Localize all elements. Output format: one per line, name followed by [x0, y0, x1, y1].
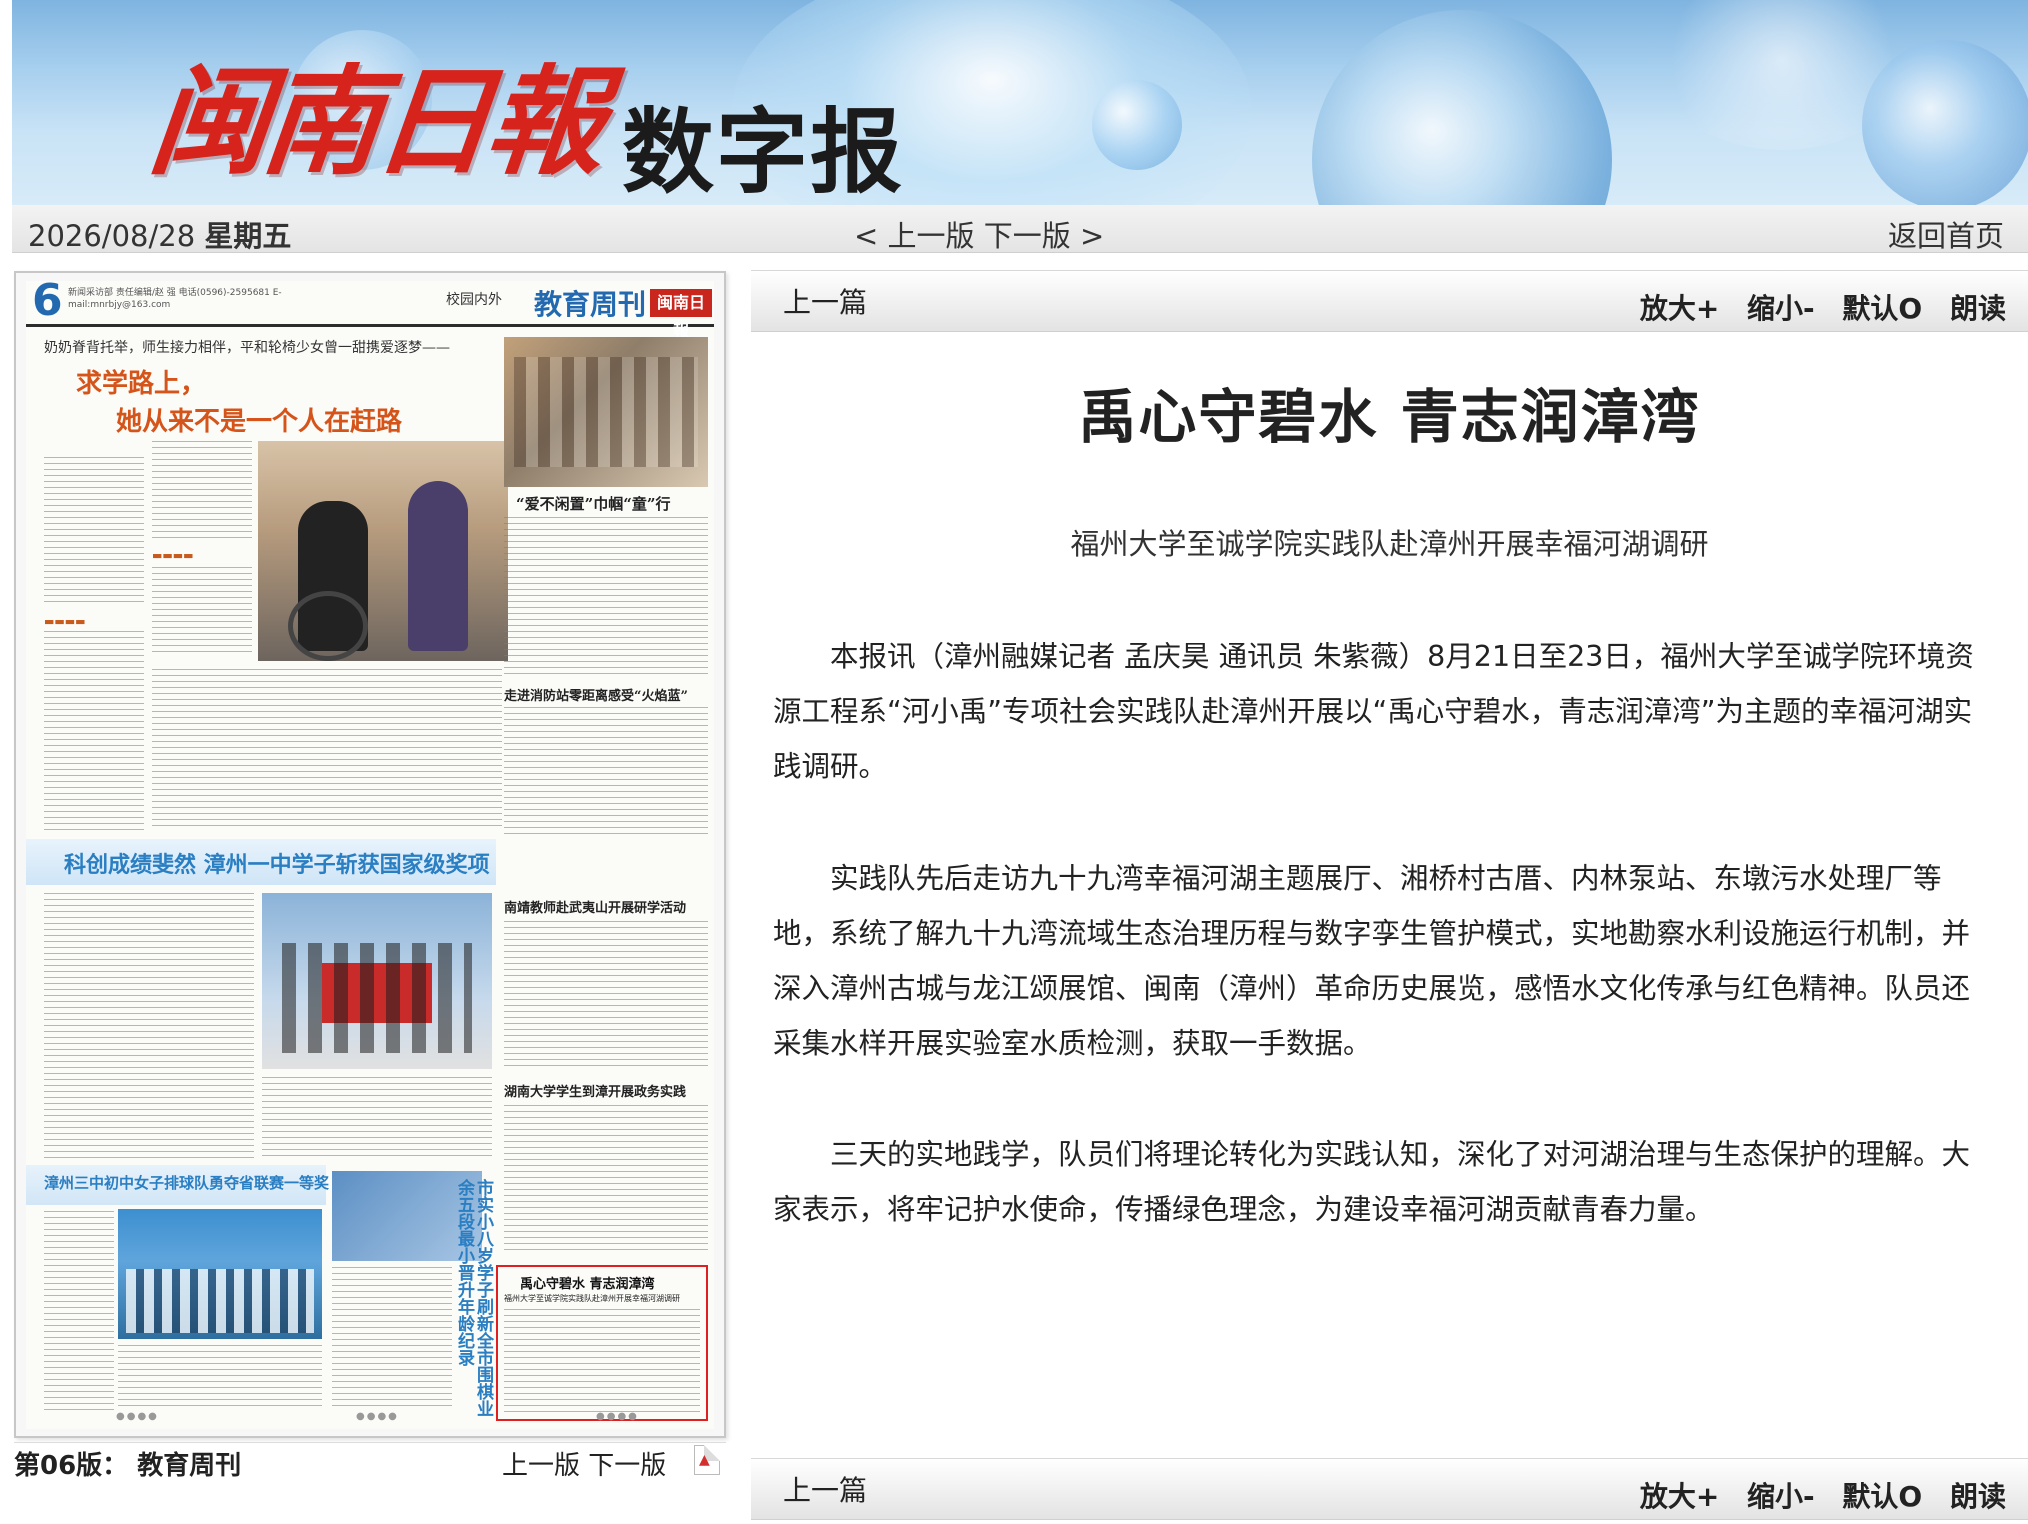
story-headline[interactable]: “爱不闲置”巾帼“童”行 — [516, 493, 671, 514]
story-photo — [118, 1209, 322, 1339]
story-body-text — [504, 707, 708, 837]
story-body-text — [152, 441, 252, 541]
highlight-subtitle: 福州大学至诚学院实践队赴漳州开展幸福河湖调研 — [504, 1294, 680, 1303]
page-header: 6 新闻采访部 责任编辑/赵 强 电话(0596)-2595681 E-mail… — [26, 281, 714, 340]
story-body-text — [504, 1105, 708, 1255]
date-navigation-bar: 2026/08/28 星期五 < 上一版 下一版 > 返回首页 — [12, 205, 2028, 253]
story-body-text — [152, 669, 502, 829]
text-tools: 放大+ 缩小- 默认O 朗读 — [1622, 1475, 2006, 1515]
zoom-in-button[interactable]: 放大+ — [1640, 292, 1719, 325]
article-title: 禹心守碧水 青志润漳湾 — [1078, 383, 1701, 451]
edition-navigation: 上一版 下一版 — [502, 1445, 666, 1482]
issue-weekday: 星期五 — [204, 219, 292, 253]
digital-edition-label: 数字报 — [622, 99, 905, 205]
photo-person — [408, 481, 468, 651]
page-footer-dots: ●●●● — [356, 1411, 399, 1422]
story-body-text — [504, 921, 708, 1071]
article-paragraph: 本报讯（漳州融媒记者 孟庆昊 通讯员 朱紫薇）8月21日至23日，福州大学至诚学… — [773, 640, 1974, 783]
next-page-link[interactable]: 下一版 > — [984, 219, 1105, 253]
newspaper-logo: 闽南日報 — [143, 52, 607, 191]
article-toolbar-bottom: 上一篇 放大+ 缩小- 默认O 朗读 — [751, 1458, 2028, 1520]
story-body-text — [44, 1211, 114, 1411]
page-number: 6 — [32, 281, 63, 326]
default-size-button[interactable]: 默认O — [1842, 1480, 1922, 1513]
story-subhead: ▬▬▬▬ — [152, 549, 194, 562]
edition-footer: 第06版： 教育周刊 上一版 下一版 — [14, 1442, 726, 1481]
default-size-button[interactable]: 默认O — [1842, 292, 1922, 325]
edition-prev-link[interactable]: 上一版 — [502, 1451, 580, 1481]
page-navigation: < 上一版 下一版 > — [854, 213, 1104, 255]
banner-bubble — [1092, 80, 1182, 170]
read-aloud-button[interactable]: 朗读 — [1950, 292, 2006, 325]
story-body-text — [118, 1345, 322, 1409]
banner-bubble — [1312, 10, 1612, 205]
issue-date: 2026/08/28 星期五 — [28, 213, 291, 255]
zoom-out-button[interactable]: 缩小- — [1747, 1480, 1815, 1513]
page-logo: 闽南日報 — [650, 289, 712, 340]
page-footer-dots: ●●●● — [596, 1411, 639, 1422]
read-aloud-button[interactable]: 朗读 — [1950, 1480, 2006, 1513]
story-headline[interactable]: 湖南大学学生到漳开展政务实践 — [504, 1081, 686, 1100]
section-subtitle: 校园内外 — [446, 292, 502, 308]
story-body-text — [332, 1267, 452, 1407]
story-body-text — [504, 1309, 700, 1415]
story-kicker[interactable]: 奶奶脊背托举，师生接力相伴，平和轮椅少女曾一甜携爱逐梦—— — [44, 337, 450, 357]
story-body-text — [262, 1077, 492, 1161]
story-photo — [258, 441, 508, 661]
story-subhead: ▬▬▬▬ — [44, 615, 86, 628]
zoom-out-button[interactable]: 缩小- — [1747, 292, 1815, 325]
article-paragraph: 三天的实地践学，队员们将理论转化为实践认知，深化了对河湖治理与生态保护的理解。大… — [773, 1138, 1971, 1226]
photo-wheelchair — [288, 591, 368, 661]
story-headline[interactable]: 科创成绩斐然 漳州一中学子斩获国家级奖项 — [64, 847, 490, 879]
highlight-title: 禹心守碧水 青志润漳湾 — [520, 1277, 655, 1292]
pdf-icon[interactable] — [694, 1445, 720, 1475]
page-thumbnail[interactable]: 6 新闻采访部 责任编辑/赵 强 电话(0596)-2595681 E-mail… — [26, 281, 714, 1429]
story-body-text — [44, 457, 144, 607]
prev-page-link[interactable]: < 上一版 — [854, 219, 975, 253]
edition-next-link[interactable]: 下一版 — [588, 1451, 666, 1481]
current-article-highlight[interactable]: 禹心守碧水 青志润漳湾 福州大学至诚学院实践队赴漳州开展幸福河湖调研 — [496, 1265, 708, 1421]
photo-people — [282, 943, 472, 1053]
section-title: 教育周刊 — [534, 288, 647, 321]
page-thumbnail-frame: 6 新闻采访部 责任编辑/赵 强 电话(0596)-2595681 E-mail… — [14, 271, 726, 1438]
story-body-text — [44, 631, 144, 831]
story-headline[interactable]: 求学路上， 她从来不是一个人在赶路 — [76, 365, 402, 441]
article-subtitle: 福州大学至诚学院实践队赴漳州开展幸福河湖调研 — [1070, 527, 1709, 561]
story-headline[interactable]: 走进消防站零距离感受“火焰蓝” — [504, 685, 688, 704]
story-headline-line: 求学路上， — [76, 369, 207, 399]
page-footer-dots: ●●●● — [116, 1411, 159, 1422]
story-body-text — [152, 567, 252, 657]
story-headline[interactable]: 漳州三中初中女子排球队勇夺省联赛一等奖 — [44, 1172, 329, 1193]
home-link[interactable]: 返回首页 — [1888, 213, 2004, 255]
photo-players — [126, 1269, 314, 1333]
zoom-in-button[interactable]: 放大+ — [1640, 1480, 1719, 1513]
story-headline[interactable]: 市实小八岁学子刷新全市围棋业余五段最小晋升年龄纪录 — [454, 1179, 493, 1429]
article-toolbar-top: 上一篇 放大+ 缩小- 默认O 朗读 — [751, 270, 2028, 332]
text-tools: 放大+ 缩小- 默认O 朗读 — [1622, 287, 2006, 327]
story-photo — [504, 337, 708, 487]
story-body-text — [44, 893, 254, 1163]
masthead-banner: 闽南日報 数字报 — [12, 0, 2028, 205]
story-photo — [262, 893, 492, 1069]
prev-article-link[interactable]: 上一篇 — [783, 1469, 867, 1509]
edition-label: 第06版： 教育周刊 — [14, 1451, 242, 1481]
article-paragraph: 实践队先后走访九十九湾幸福河湖主题展厅、湘桥村古厝、内林泵站、东墩污水处理厂等地… — [773, 862, 1971, 1060]
story-headline-line: 她从来不是一个人在赶路 — [116, 407, 403, 437]
story-body-text — [504, 517, 708, 677]
issue-date-value: 2026/08/28 — [28, 219, 196, 253]
page-masthead-info: 新闻采访部 责任编辑/赵 强 电话(0596)-2595681 E-mail:m… — [68, 288, 282, 310]
prev-article-link[interactable]: 上一篇 — [783, 281, 867, 321]
story-headline[interactable]: 南靖教师赴武夷山开展研学活动 — [504, 897, 686, 916]
